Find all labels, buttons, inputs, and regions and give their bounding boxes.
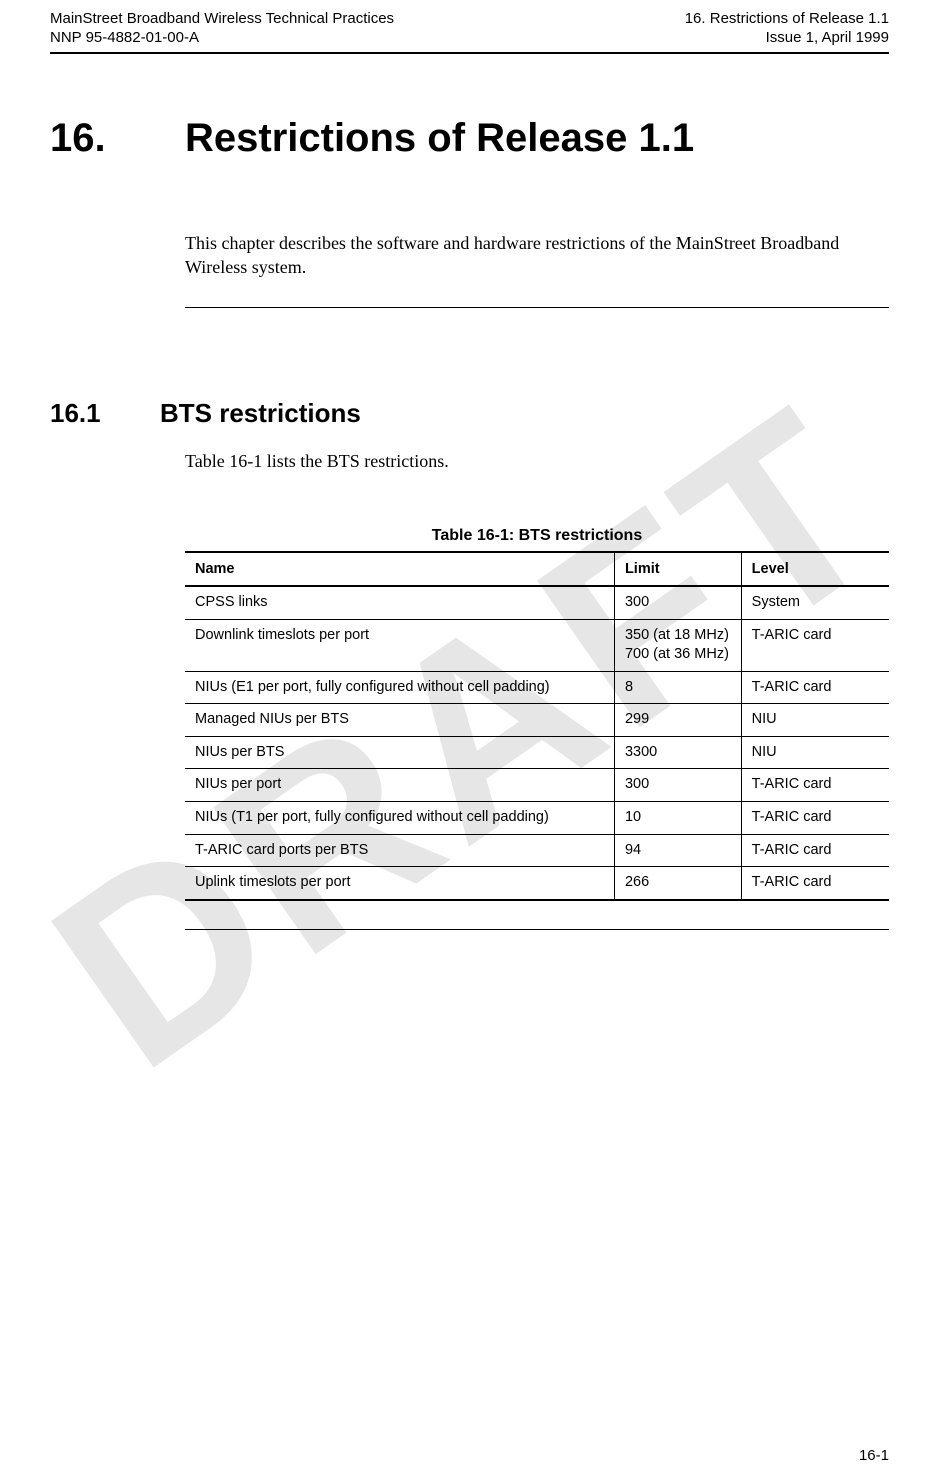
section-end-rule [185, 929, 889, 930]
cell-level: T-ARIC card [741, 671, 889, 704]
page: MainStreet Broadband Wireless Technical … [0, 0, 939, 930]
table-row: CPSS links 300 System [185, 586, 889, 619]
section-title: BTS restrictions [160, 398, 361, 429]
table-row: Managed NIUs per BTS 299 NIU [185, 704, 889, 737]
header-right-line1: 16. Restrictions of Release 1.1 [685, 10, 889, 29]
table-row: NIUs (T1 per port, fully configured with… [185, 802, 889, 835]
cell-name: NIUs (T1 per port, fully configured with… [185, 802, 614, 835]
intro-end-rule [185, 307, 889, 308]
header-left-line1: MainStreet Broadband Wireless Technical … [50, 10, 394, 29]
table-caption: Table 16-1: BTS restrictions [185, 527, 889, 545]
table-header-row: Name Limit Level [185, 552, 889, 586]
cell-level: NIU [741, 704, 889, 737]
cell-level: T-ARIC card [741, 619, 889, 671]
cell-limit: 300 [614, 769, 741, 802]
cell-level: NIU [741, 736, 889, 769]
cell-limit: 266 [614, 867, 741, 900]
cell-name: NIUs per BTS [185, 736, 614, 769]
header-left-line2: NNP 95-4882-01-00-A [50, 29, 394, 48]
table-header-name: Name [185, 552, 614, 586]
table-row: NIUs per BTS 3300 NIU [185, 736, 889, 769]
cell-name: NIUs (E1 per port, fully configured with… [185, 671, 614, 704]
section-heading: 16.1 BTS restrictions [50, 398, 889, 429]
cell-name: Downlink timeslots per port [185, 619, 614, 671]
chapter-title: Restrictions of Release 1.1 [185, 116, 694, 161]
table-row: Downlink timeslots per port 350 (at 18 M… [185, 619, 889, 671]
table-header-limit: Limit [614, 552, 741, 586]
cell-limit: 10 [614, 802, 741, 835]
header-right-line2: Issue 1, April 1999 [685, 29, 889, 48]
cell-name: Uplink timeslots per port [185, 867, 614, 900]
section-body: Table 16-1 lists the BTS restrictions. [185, 451, 889, 472]
cell-limit: 8 [614, 671, 741, 704]
header-right: 16. Restrictions of Release 1.1 Issue 1,… [685, 10, 889, 48]
cell-name: T-ARIC card ports per BTS [185, 834, 614, 867]
table-row: NIUs (E1 per port, fully configured with… [185, 671, 889, 704]
table-row: Uplink timeslots per port 266 T-ARIC car… [185, 867, 889, 900]
cell-limit: 94 [614, 834, 741, 867]
cell-limit: 299 [614, 704, 741, 737]
cell-level: T-ARIC card [741, 867, 889, 900]
cell-limit: 3300 [614, 736, 741, 769]
bts-restrictions-table: Name Limit Level CPSS links 300 System D… [185, 551, 889, 901]
page-number: 16-1 [859, 1447, 889, 1464]
section-number: 16.1 [50, 398, 160, 429]
header-left: MainStreet Broadband Wireless Technical … [50, 10, 394, 48]
cell-name: NIUs per port [185, 769, 614, 802]
chapter-intro: This chapter describes the software and … [185, 231, 889, 280]
table-header-level: Level [741, 552, 889, 586]
cell-limit: 350 (at 18 MHz) 700 (at 36 MHz) [614, 619, 741, 671]
header-rule [50, 52, 889, 54]
cell-level: System [741, 586, 889, 619]
cell-level: T-ARIC card [741, 802, 889, 835]
table-row: NIUs per port 300 T-ARIC card [185, 769, 889, 802]
table-row: T-ARIC card ports per BTS 94 T-ARIC card [185, 834, 889, 867]
cell-name: Managed NIUs per BTS [185, 704, 614, 737]
cell-level: T-ARIC card [741, 769, 889, 802]
chapter-number: 16. [50, 116, 185, 161]
cell-name: CPSS links [185, 586, 614, 619]
running-header: MainStreet Broadband Wireless Technical … [50, 10, 889, 48]
chapter-heading: 16. Restrictions of Release 1.1 [50, 116, 889, 161]
cell-limit: 300 [614, 586, 741, 619]
cell-level: T-ARIC card [741, 834, 889, 867]
